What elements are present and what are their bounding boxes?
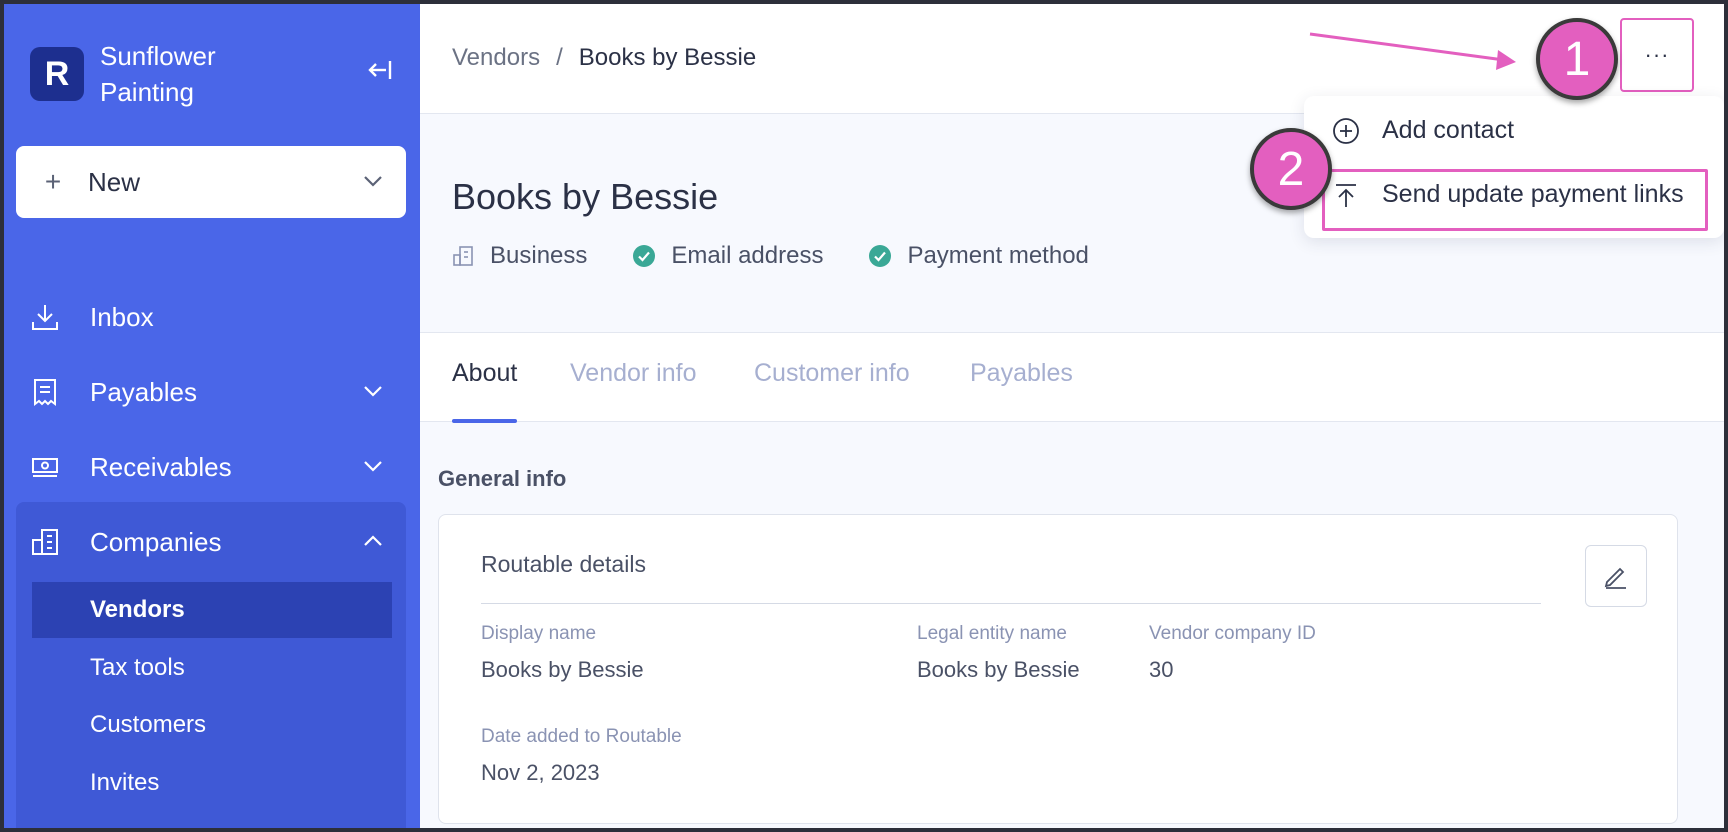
brand[interactable]: R Sunflower Painting — [30, 38, 280, 110]
plus-icon: + — [44, 166, 62, 197]
menu-item-add-contact[interactable]: Add contact — [1332, 116, 1514, 145]
sidebar-subitem-invites[interactable]: Invites — [32, 755, 392, 811]
chevron-down-icon — [362, 170, 384, 192]
badge-business: Business — [450, 242, 587, 270]
step-badge-2: 2 — [1250, 128, 1332, 210]
brand-name: Sunflower Painting — [100, 41, 216, 107]
field-display-name: Display name Books by Bessie — [481, 623, 644, 682]
breadcrumb-separator: / — [556, 44, 563, 71]
step-badge-1: 1 — [1536, 18, 1618, 100]
sidebar-item-label: Companies — [90, 526, 222, 557]
badge-payment-method: Payment method — [867, 242, 1089, 270]
plus-circle-icon — [1332, 117, 1360, 145]
download-tray-icon — [28, 300, 62, 334]
section-title: General info — [438, 466, 567, 491]
field-legal-entity-name: Legal entity name Books by Bessie — [917, 623, 1080, 682]
page-title: Books by Bessie — [452, 176, 719, 217]
check-circle-icon — [631, 243, 657, 269]
sidebar-subitem-customers[interactable]: Customers — [32, 697, 392, 753]
highlight-box — [1322, 169, 1708, 231]
collapse-sidebar-icon[interactable] — [364, 56, 394, 84]
tab-about[interactable]: About — [452, 359, 518, 423]
field-date-added: Date added to Routable Nov 2, 2023 — [481, 726, 682, 785]
sidebar-subitem-vendors[interactable]: Vendors — [32, 582, 392, 638]
field-vendor-company-id: Vendor company ID 30 — [1149, 623, 1316, 682]
receipt-icon — [28, 375, 62, 409]
new-button-label: New — [88, 166, 141, 197]
sidebar-item-label: Receivables — [90, 451, 232, 482]
breadcrumb-current: Books by Bessie — [578, 44, 757, 71]
vendor-badges: Business Email address Payment method — [450, 242, 1133, 270]
tab-customer-info[interactable]: Customer info — [754, 359, 910, 423]
brand-logo: R — [30, 47, 84, 101]
sidebar-item-receivables[interactable]: Receivables — [28, 437, 408, 497]
breadcrumb: Vendors / Books by Bessie — [452, 44, 756, 72]
money-icon — [28, 450, 62, 484]
sidebar-item-companies[interactable]: Companies — [28, 512, 408, 572]
sidebar-item-label: Payables — [90, 376, 197, 407]
routable-details-card: Routable details Display name Books by B… — [438, 514, 1678, 824]
chevron-up-icon — [362, 530, 384, 552]
divider — [481, 603, 1541, 604]
chevron-down-icon — [362, 455, 384, 477]
new-button[interactable]: + New — [16, 146, 406, 218]
check-circle-icon — [867, 243, 893, 269]
annotation-arrow — [1309, 32, 1516, 70]
breadcrumb-parent[interactable]: Vendors — [452, 44, 540, 72]
sidebar-subitem-tax-tools[interactable]: Tax tools — [32, 640, 392, 696]
tab-vendor-info[interactable]: Vendor info — [570, 359, 697, 423]
tab-bar: About Vendor info Customer info Payables — [420, 332, 1724, 423]
edit-button[interactable] — [1585, 545, 1647, 607]
building-icon — [28, 525, 62, 559]
tab-payables[interactable]: Payables — [970, 359, 1073, 423]
sidebar: R Sunflower Painting + New Inbox Payable… — [4, 4, 420, 828]
sidebar-item-payables[interactable]: Payables — [28, 362, 408, 422]
badge-email-address: Email address — [631, 242, 823, 270]
building-icon — [450, 243, 476, 269]
sidebar-item-inbox[interactable]: Inbox — [28, 287, 408, 347]
pencil-icon — [1602, 562, 1630, 590]
sidebar-item-label: Inbox — [90, 301, 154, 332]
more-actions-button[interactable]: ··· — [1620, 18, 1694, 92]
card-title: Routable details — [481, 551, 646, 577]
chevron-down-icon — [362, 380, 384, 402]
app-window: R Sunflower Painting + New Inbox Payable… — [4, 4, 1724, 828]
